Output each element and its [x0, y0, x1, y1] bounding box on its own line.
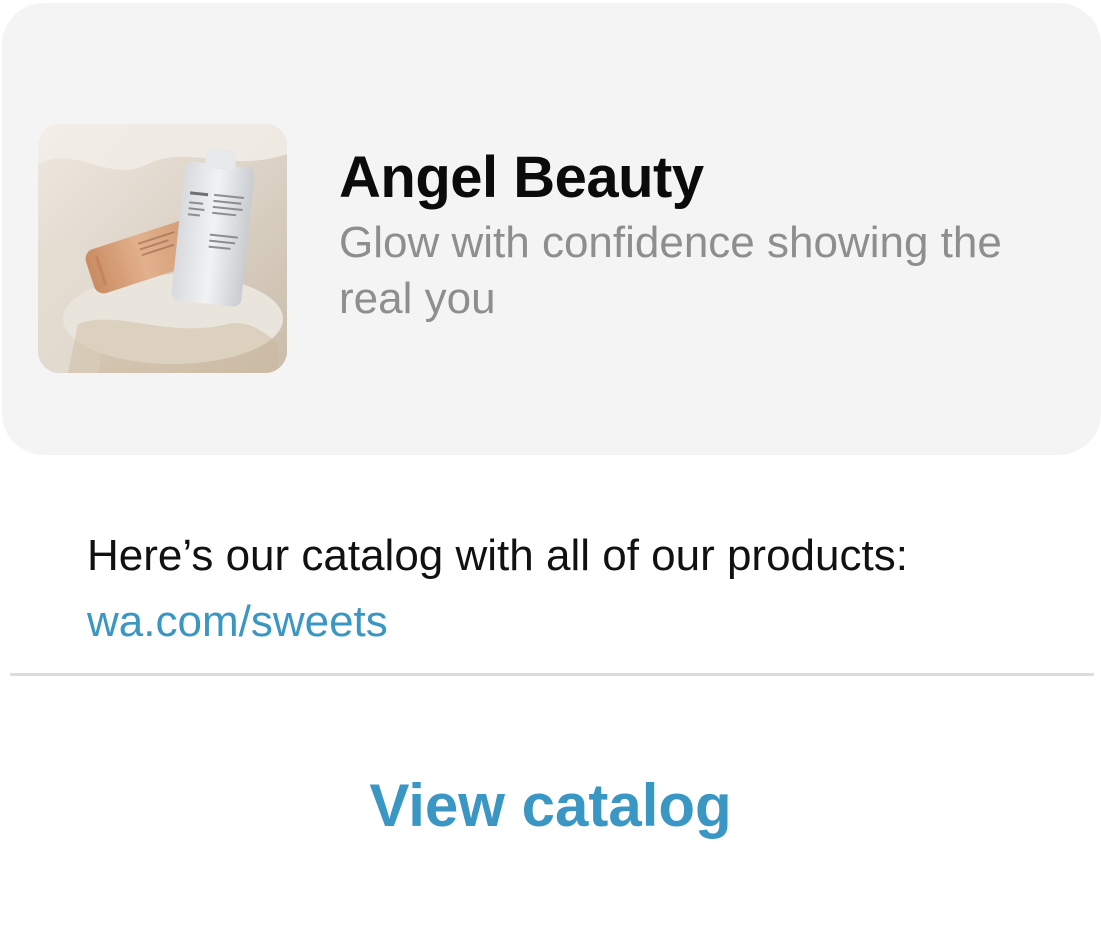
catalog-link[interactable]: wa.com/sweets — [87, 592, 388, 652]
business-tagline: Glow with confidence showing the real yo… — [339, 218, 1002, 323]
business-header-card[interactable]: Angel Beauty Glow with confidence showin… — [2, 3, 1101, 455]
business-product-image — [38, 124, 287, 373]
catalog-message-card: Angel Beauty Glow with confidence showin… — [0, 0, 1101, 937]
view-catalog-button[interactable]: View catalog — [0, 766, 1101, 846]
message-text: Here’s our catalog with all of our produ… — [87, 531, 908, 580]
business-name: Angel Beauty — [339, 145, 704, 210]
divider — [10, 673, 1094, 676]
